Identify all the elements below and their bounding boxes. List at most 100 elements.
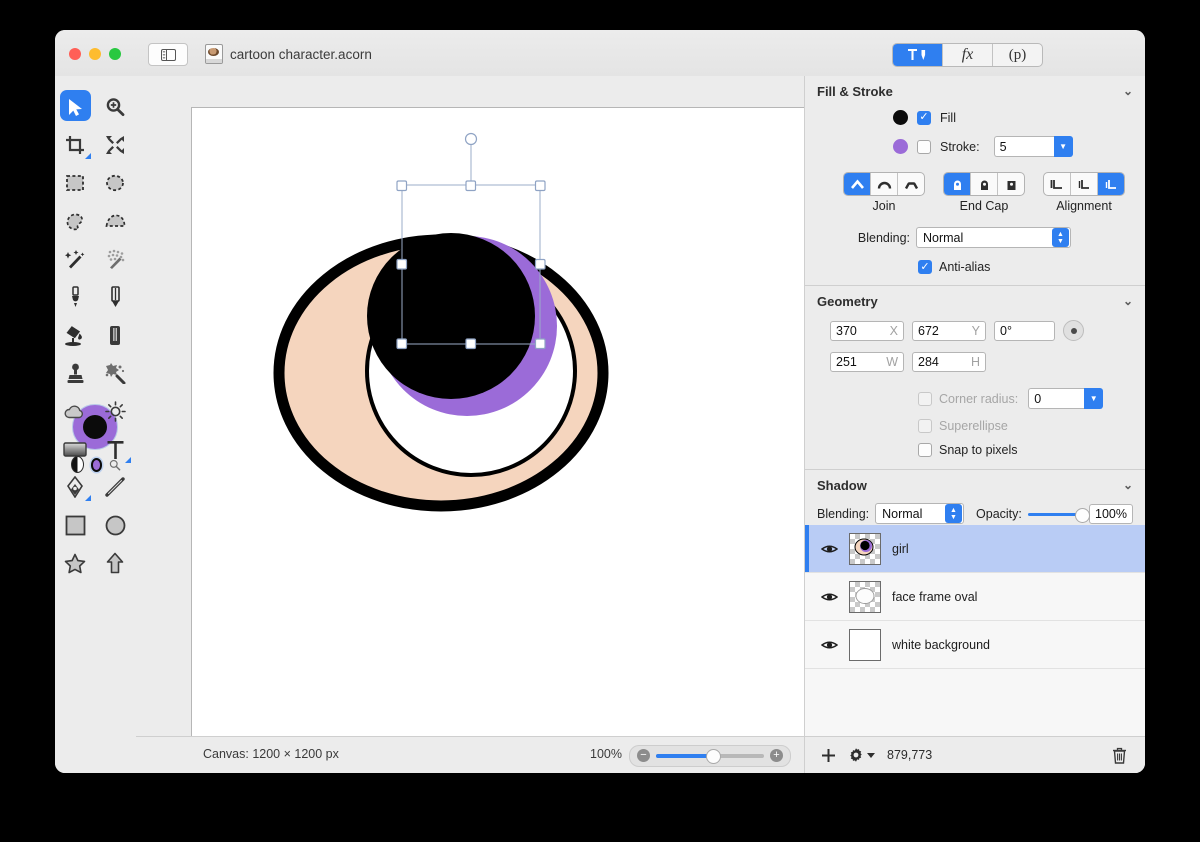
eye-icon[interactable]	[821, 639, 838, 651]
elliptical-select-tool[interactable]	[95, 164, 135, 202]
join-button-group	[843, 172, 925, 196]
eraser-tool[interactable]	[95, 316, 135, 354]
height-input[interactable]: 284 H	[912, 352, 986, 372]
ellipse-shape-tool[interactable]	[95, 506, 135, 544]
eye-icon[interactable]	[821, 591, 838, 603]
rotation-dial-icon[interactable]	[1063, 320, 1084, 341]
anti-alias-row: Anti-alias	[805, 257, 1145, 277]
splatter-icon	[105, 362, 126, 384]
stroke-checkbox[interactable]	[917, 139, 931, 154]
sidebar-toggle-button[interactable]	[148, 43, 188, 66]
tab-presets[interactable]: (p)	[993, 44, 1042, 66]
instant-alpha-tool[interactable]	[95, 240, 135, 278]
fill-stroke-section-header[interactable]: Fill & Stroke ⌄	[805, 76, 1145, 106]
tab-tools[interactable]	[893, 44, 943, 66]
chevron-down-icon[interactable]: ⌄	[1123, 294, 1133, 308]
butt-cap-icon[interactable]	[944, 173, 971, 195]
stroke-color-swatch[interactable]	[893, 139, 908, 154]
corner-radius-input: 0	[1028, 388, 1085, 409]
chevron-down-icon[interactable]: ⌄	[1123, 84, 1133, 98]
rectangular-select-tool[interactable]	[55, 164, 95, 202]
gear-icon[interactable]	[848, 747, 864, 763]
align-outside-icon[interactable]	[1098, 173, 1124, 195]
inspector-mode-tabs: fx (p)	[892, 43, 1043, 67]
shadow-blending-popup[interactable]: Normal ▲ ▼	[875, 503, 965, 524]
artwork	[273, 132, 609, 512]
document-canvas[interactable]	[191, 107, 865, 769]
tab-filters[interactable]: fx	[943, 44, 993, 66]
stroke-width-input[interactable]: 5	[993, 136, 1054, 157]
layer-row-face-frame-oval[interactable]: face frame oval	[805, 573, 1145, 621]
rectangle-shape-tool[interactable]	[55, 506, 95, 544]
smudge-tool[interactable]	[95, 354, 135, 392]
layer-row-white-background[interactable]: white background	[805, 621, 1145, 669]
width-input[interactable]: 251 W	[830, 352, 904, 372]
layers-list: girl face frame oval white background	[805, 525, 1145, 737]
bezier-pen-tool[interactable]	[55, 468, 95, 506]
eye-icon[interactable]	[821, 543, 838, 555]
align-inside-icon[interactable]	[1044, 173, 1071, 195]
stroke-width-dropdown[interactable]: ▼	[1053, 136, 1073, 157]
x-unit: X	[889, 323, 898, 338]
x-position-input[interactable]: 370 X	[830, 320, 904, 341]
round-cap-icon[interactable]	[971, 173, 998, 195]
fill-checkbox[interactable]	[917, 110, 931, 125]
dotted-wand-icon	[107, 249, 124, 269]
pencil-tool[interactable]	[95, 278, 135, 316]
alignment-button-group	[1043, 172, 1125, 196]
stamp-icon	[67, 363, 83, 383]
zoom-in-icon[interactable]: +	[770, 749, 783, 762]
lasso-tool[interactable]	[55, 202, 95, 240]
polygon-lasso-tool[interactable]	[95, 202, 135, 240]
superellipse-label: Superellipse	[939, 419, 1008, 433]
y-position-input[interactable]: 672 Y	[912, 320, 986, 341]
paint-bucket-tool[interactable]	[55, 316, 95, 354]
plus-icon[interactable]	[821, 748, 836, 763]
fill-blending-popup[interactable]: Normal ▲ ▼	[916, 227, 1071, 248]
round-join-icon[interactable]	[871, 173, 898, 195]
minimize-button[interactable]	[89, 48, 101, 60]
align-center-icon[interactable]	[1071, 173, 1098, 195]
transform-tool[interactable]	[95, 126, 135, 164]
zoom-tool[interactable]	[95, 88, 135, 126]
maximize-button[interactable]	[109, 48, 121, 60]
pencil-icon	[110, 286, 120, 307]
rotation-input[interactable]: 0°	[994, 320, 1055, 341]
crop-tool[interactable]	[55, 126, 95, 164]
join-label: Join	[872, 199, 896, 213]
snap-to-pixels-checkbox[interactable]	[918, 443, 932, 457]
move-tool[interactable]	[55, 88, 95, 126]
shadow-opacity-knob[interactable]	[1074, 507, 1090, 523]
fill-color-swatch[interactable]	[893, 110, 908, 125]
shadow-section-header[interactable]: Shadow ⌄	[805, 470, 1145, 500]
line-tool[interactable]	[95, 468, 135, 506]
magic-wand-icon	[64, 249, 84, 268]
geometry-position-row: 370 X 672 Y 0°	[805, 317, 1145, 344]
arrow-shape-tool[interactable]	[95, 544, 135, 582]
miter-join-icon[interactable]	[844, 173, 871, 195]
square-cap-icon[interactable]	[998, 173, 1024, 195]
star-shape-tool[interactable]	[55, 544, 95, 582]
black-white-toggle-icon[interactable]	[71, 456, 84, 473]
clone-stamp-tool[interactable]	[55, 354, 95, 392]
shadow-opacity-slider[interactable]	[1027, 507, 1090, 523]
geometry-section-header[interactable]: Geometry ⌄	[805, 286, 1145, 316]
bevel-join-icon[interactable]	[898, 173, 924, 195]
zoom-slider[interactable]: − +	[629, 745, 791, 767]
application-window: cartoon character.acorn fx (p) Canvas: 1…	[55, 30, 1145, 773]
magic-wand-tool[interactable]	[55, 240, 95, 278]
gradient-rect-icon	[63, 441, 87, 457]
zoom-slider-knob[interactable]	[706, 749, 721, 764]
close-button[interactable]	[69, 48, 81, 60]
color-dot-icon[interactable]	[90, 457, 103, 472]
layer-name: white background	[892, 637, 990, 652]
trash-icon[interactable]	[1112, 747, 1127, 764]
zoom-out-icon[interactable]: −	[637, 749, 650, 762]
layer-row-girl[interactable]: girl	[805, 525, 1145, 573]
chevron-down-icon[interactable]: ⌄	[1123, 478, 1133, 492]
crop-icon	[66, 136, 84, 154]
brush-tool[interactable]	[55, 278, 95, 316]
anti-alias-checkbox[interactable]	[918, 260, 932, 274]
shadow-opacity-input[interactable]: 100%	[1089, 503, 1133, 524]
chevron-down-small-icon[interactable]	[867, 752, 875, 758]
